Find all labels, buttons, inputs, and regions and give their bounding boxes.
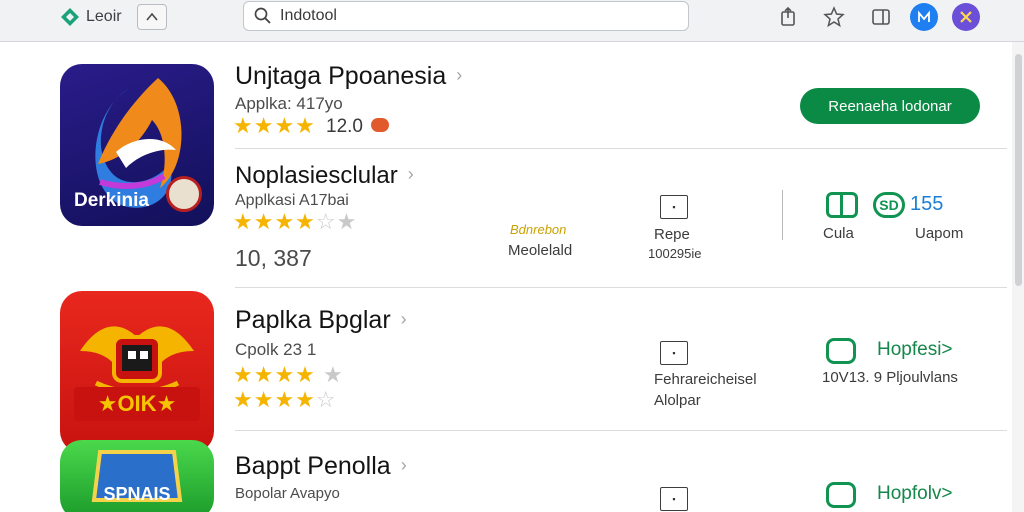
info-box-icon[interactable]: ▪ (660, 195, 688, 219)
chevron-right-icon: › (456, 65, 463, 85)
rating-badge-icon (371, 118, 389, 132)
open-icon[interactable] (826, 482, 856, 508)
logo-text: Leoir (86, 8, 122, 25)
mascot-icon (166, 176, 202, 212)
app-logo[interactable]: Leoir (60, 7, 122, 27)
sidebar-icon[interactable] (868, 4, 894, 30)
app-subtitle-2: Applkasi A17bai (235, 192, 349, 209)
star-rating-1: ★★★★ (233, 113, 316, 138)
stat-text-3: 10V13. 9 Pljoulvlans (822, 369, 958, 386)
download-count: 10, 387 (235, 245, 312, 271)
app-title-3[interactable]: Paplka Bpglar › (235, 306, 407, 335)
row-divider (235, 148, 1007, 149)
extension-avatar[interactable] (952, 3, 980, 31)
action-link-3[interactable]: Hopfesi> (877, 339, 953, 361)
stat-label-2: Uapom (915, 225, 964, 242)
chevron-right-icon: › (407, 164, 414, 184)
user-icon (918, 10, 930, 22)
app-title-2[interactable]: Noplasiesclular › (235, 162, 414, 190)
scroll-thumb[interactable] (1015, 54, 1022, 286)
meta-highlight: Bdnrebon (510, 222, 567, 237)
scrollbar[interactable] (1012, 42, 1024, 512)
stat-label-1: Cula (823, 225, 854, 242)
meta2-sub: 100295ie (648, 246, 702, 261)
share-icon[interactable] (776, 4, 802, 30)
stat-value: 155 (910, 193, 944, 215)
book-icon[interactable] (826, 192, 858, 218)
star-rating-3b: ★★★★☆ (233, 387, 337, 412)
row-divider (235, 287, 1007, 288)
search-bar[interactable] (243, 1, 689, 31)
stat-divider (782, 190, 783, 240)
garuda-emblem-icon (74, 326, 200, 421)
app-icon-label: Derkinia (74, 190, 149, 211)
star-bookmark-icon[interactable] (821, 4, 847, 30)
star-rating-2: ★★★★☆★ (233, 209, 358, 234)
app-subtitle-3: Cpolk 23 1 (235, 340, 317, 359)
extension-icon (960, 11, 972, 23)
app-subtitle-1: Applka: 417yo (235, 94, 343, 113)
action-link-4[interactable]: Hopfolv> (877, 483, 953, 505)
chevron-right-icon: › (400, 309, 407, 329)
app-icon-4[interactable]: SPNAIS (60, 440, 214, 512)
up-button[interactable] (137, 4, 167, 30)
app-subtitle-4: Bopolar Avapyo (235, 485, 340, 502)
search-input[interactable] (280, 7, 660, 25)
top-bar: Leoir (0, 0, 1024, 42)
app-title-4[interactable]: Bappt Penolla › (235, 452, 407, 481)
stat-badge: SD (873, 192, 905, 218)
chevron-right-icon: › (400, 455, 407, 475)
app-icon-label: ★OIK★ (97, 391, 177, 416)
app-icon-label: SPNAIS (103, 484, 171, 504)
star-rating-3: ★★★★ ★ (233, 362, 344, 387)
open-icon[interactable] (826, 338, 856, 364)
search-icon (254, 7, 271, 24)
install-button[interactable]: Reenaeha lodonar (800, 88, 980, 124)
meta2-label: Repe (654, 226, 690, 243)
info-box-icon[interactable]: ▪ (660, 341, 688, 365)
app-icon-3[interactable]: ★OIK★ (60, 291, 214, 453)
meta-label: Meolelald (508, 242, 573, 259)
info-box-icon[interactable]: ▪ (660, 487, 688, 511)
row-divider (235, 430, 1007, 431)
chevron-up-icon (146, 12, 158, 21)
meta-sub-3: Alolpar (654, 392, 701, 409)
profile-avatar[interactable] (910, 3, 938, 31)
logo-icon (61, 8, 79, 26)
meta-label-3: Fehrareicheisel (654, 371, 757, 388)
app-title-1[interactable]: Unjtaga Ppoanesia › (235, 62, 462, 91)
app-icon-1[interactable]: Derkinia (60, 64, 214, 226)
rating-count-1: 12.0 (326, 116, 363, 137)
